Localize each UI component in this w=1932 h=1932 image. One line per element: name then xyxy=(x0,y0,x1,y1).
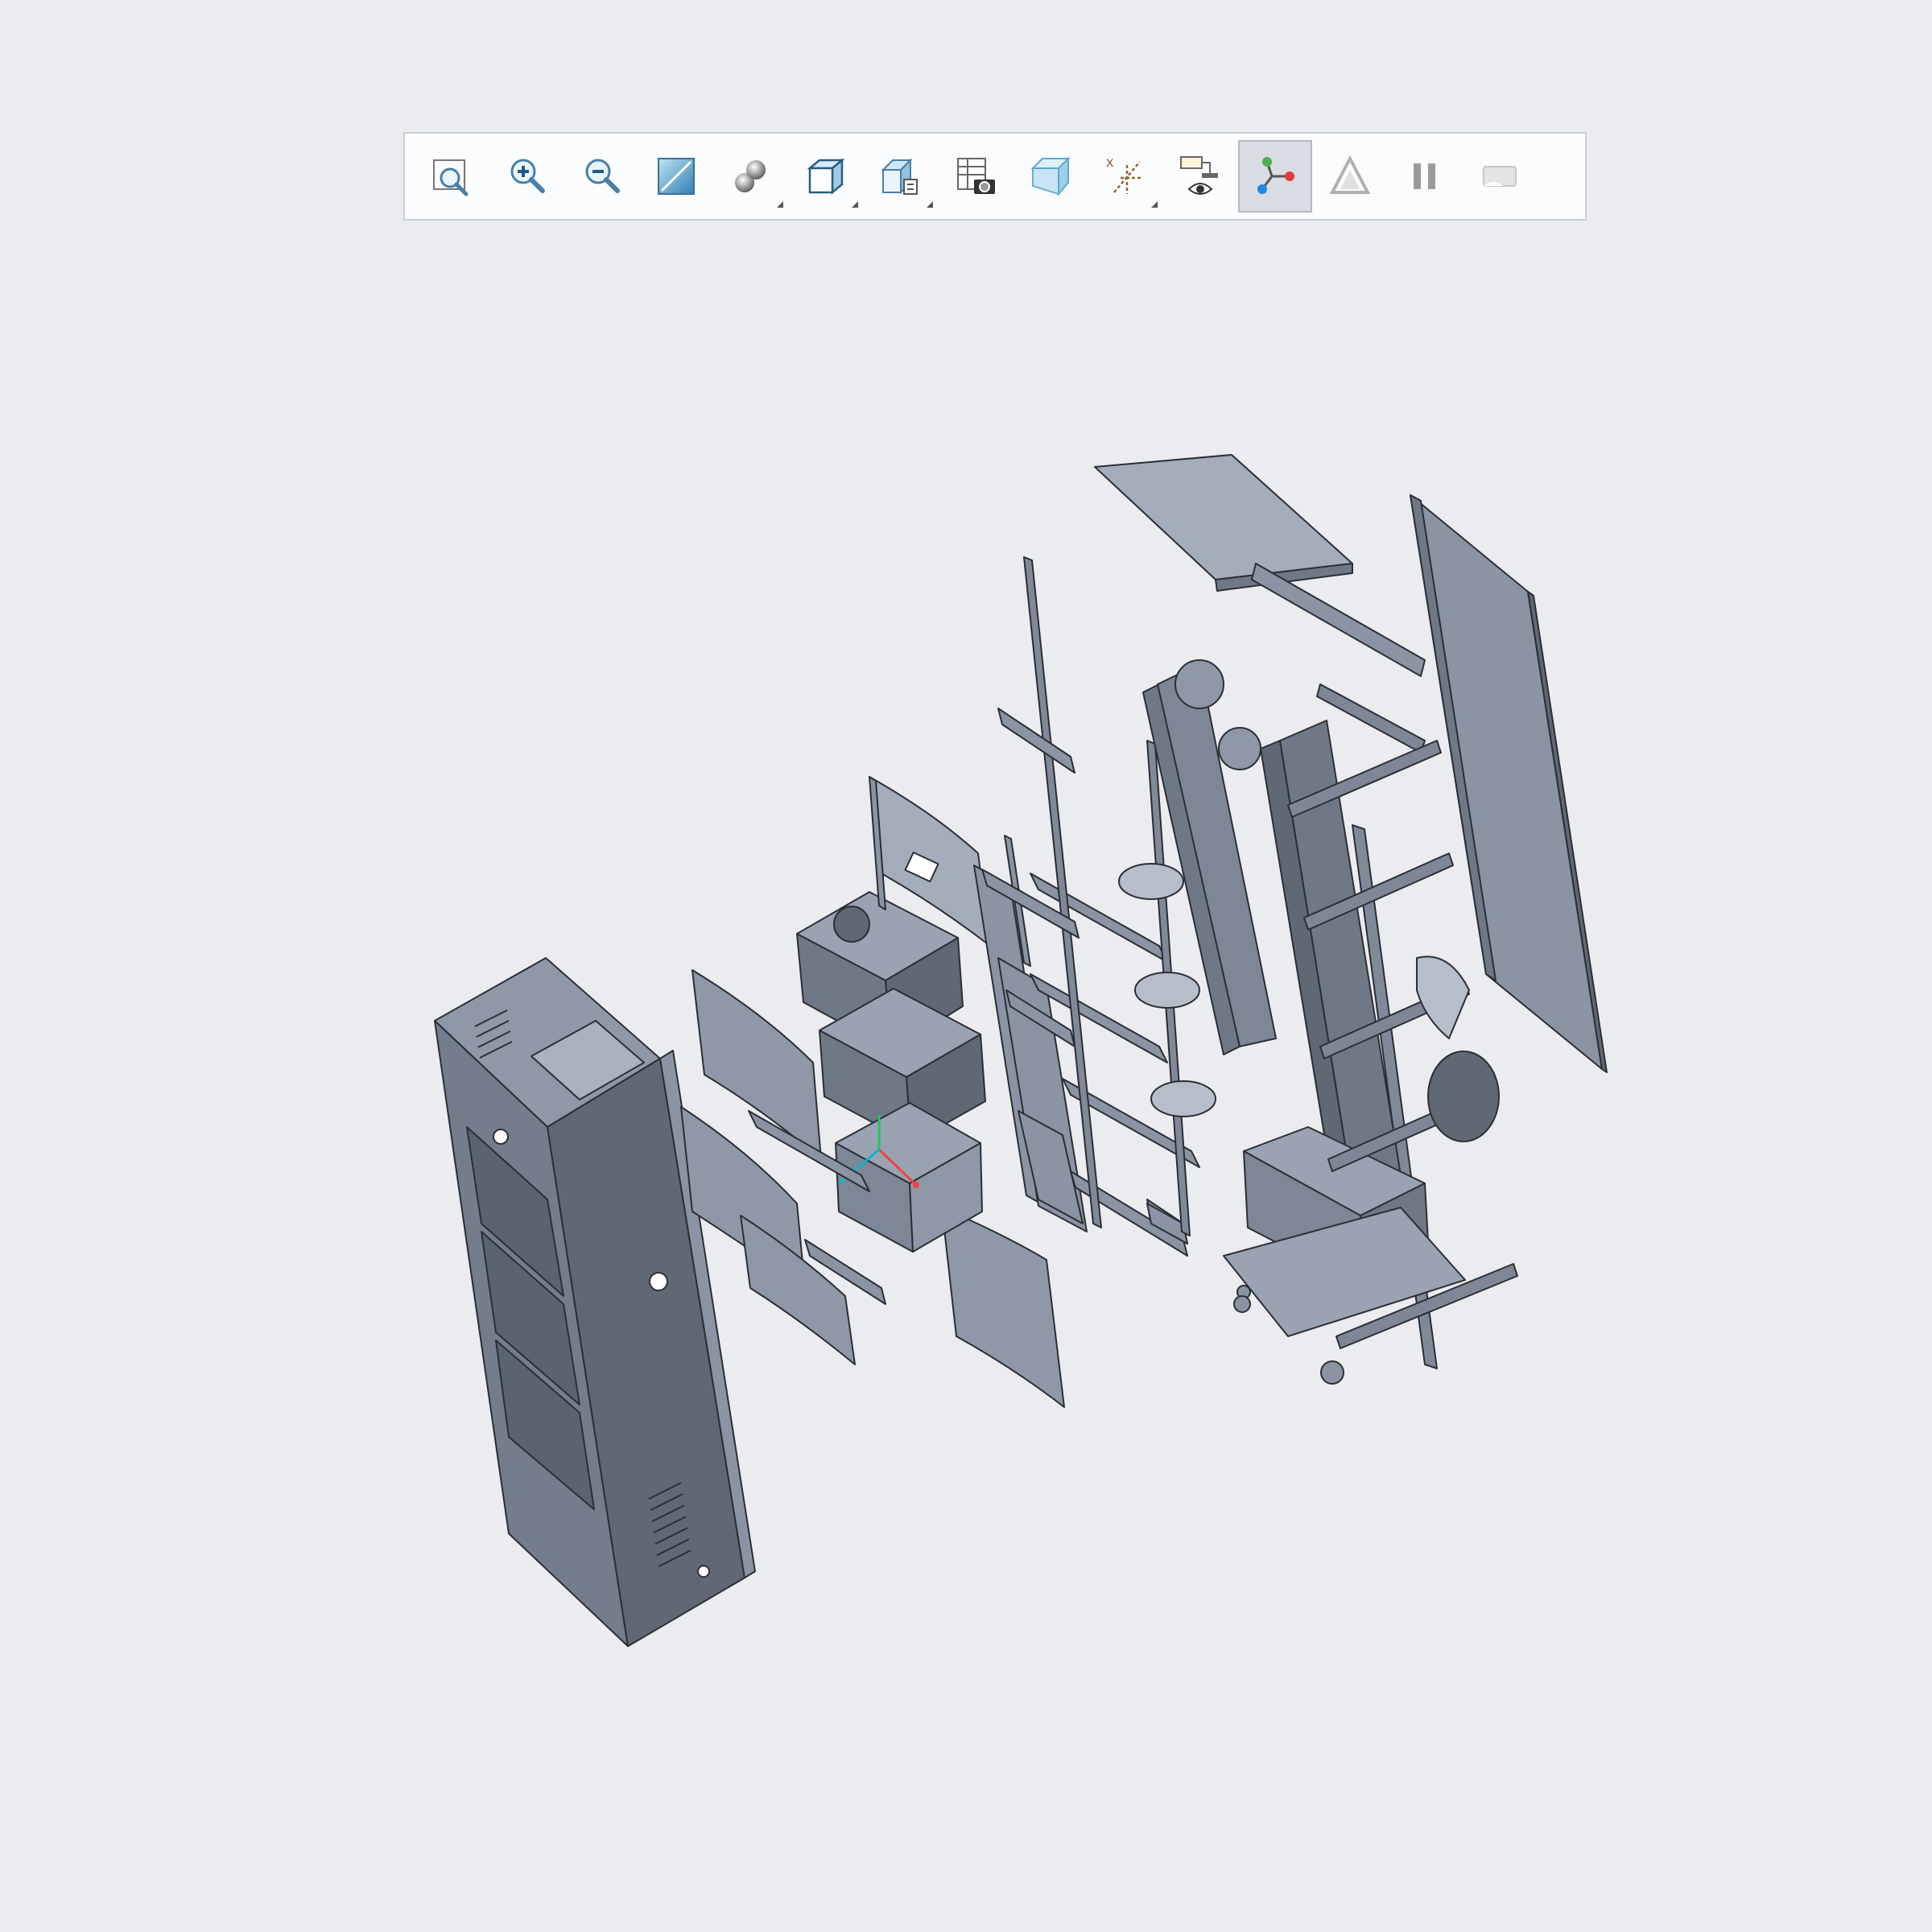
electronics-boxes xyxy=(796,891,986,1253)
model-viewport[interactable] xyxy=(0,0,1932,1932)
